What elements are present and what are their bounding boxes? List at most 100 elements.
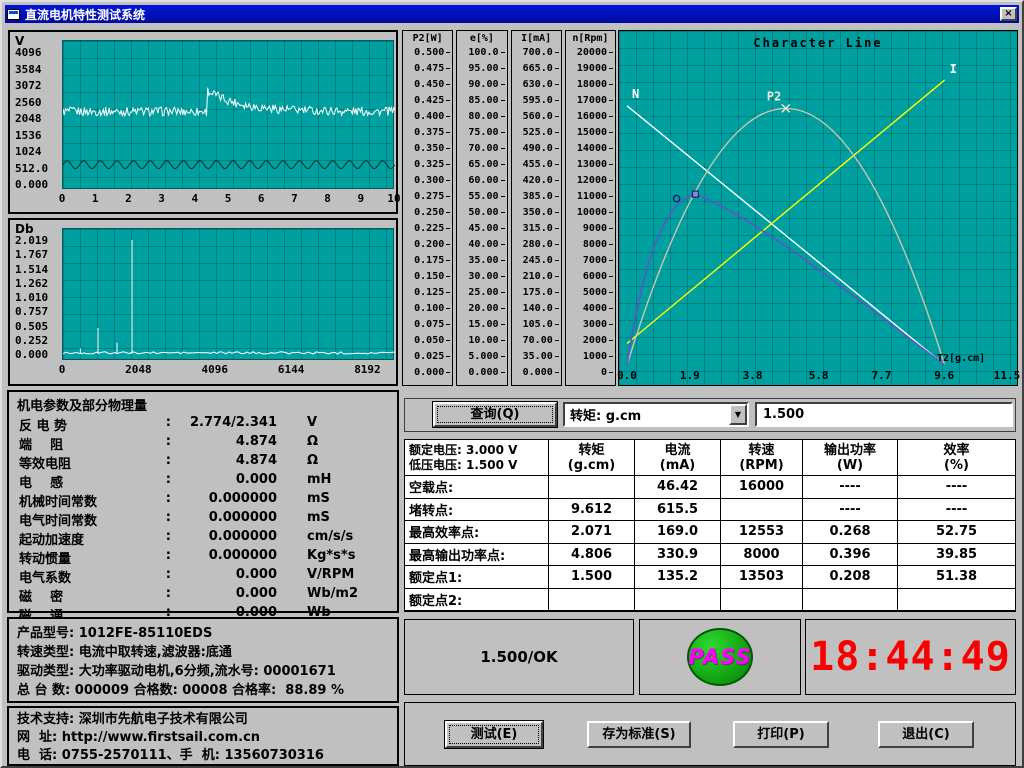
character-chart: Character Line NIP2 0.01.93.85.87.79.611…: [618, 30, 1018, 386]
param-value: 0.000: [171, 586, 277, 605]
tick-mark: [501, 356, 505, 357]
axis-tick: 0.025: [403, 351, 450, 361]
table-column-header: 效率(%): [898, 440, 1015, 476]
scope-xtick-labels: 012345678910: [62, 192, 394, 205]
param-label: 等效电阻:: [19, 453, 171, 472]
spectrum-ytick: 0.505: [15, 320, 60, 330]
param-unit: mS: [307, 491, 330, 510]
axis-tick-value: 0.400: [414, 111, 444, 122]
tick-mark: [501, 212, 505, 213]
tick-mark: [446, 132, 450, 133]
axis-tick-value: 80.00: [468, 111, 498, 122]
spectrum-xtick: 0: [59, 363, 66, 376]
tick-mark: [555, 84, 559, 85]
column-header-line: (mA): [660, 458, 696, 473]
axis-tick-value: 40.00: [468, 239, 498, 250]
axis-tick-value: 0.250: [414, 207, 444, 218]
query-button[interactable]: 查询(Q): [433, 402, 557, 427]
tick-mark: [555, 148, 559, 149]
support-info-row: 电 话: 0755-2570111、手 机: 13560730316: [17, 747, 389, 765]
axis-tick: 85.00: [457, 95, 504, 105]
axis-tick-value: 12000: [577, 175, 607, 186]
axis-tick: 0.075: [403, 319, 450, 329]
tick-mark: [446, 340, 450, 341]
axis-tick: 245.0: [512, 255, 559, 265]
pass-indicator-box: PASS: [639, 619, 801, 695]
table-cell: 1.500: [549, 566, 635, 589]
tick-mark: [446, 276, 450, 277]
torque-unit-combo[interactable]: 转矩: g.cm ▼: [563, 402, 749, 427]
param-unit: cm/s/s: [307, 529, 353, 548]
table-cell: ----: [898, 476, 1015, 499]
scope-xtick: 0: [59, 192, 66, 205]
axis-tick: 0.000: [403, 367, 450, 377]
axis-tick-value: 65.00: [468, 159, 498, 170]
tick-mark: [501, 116, 505, 117]
axis-tick-value: 420.0: [523, 175, 553, 186]
axis-tick-value: 0.175: [414, 255, 444, 266]
column-header-line: 输出功率: [824, 443, 876, 458]
axis-tick: 350.0: [512, 207, 559, 217]
spectrum-ytick: 2.019: [15, 234, 60, 244]
exit-button[interactable]: 退出(C): [878, 721, 974, 748]
spectrum-xtick-labels: Hz 02048409661448192: [62, 363, 394, 376]
scope-ytick: 512.0: [15, 162, 60, 172]
axis-tick: 13000: [566, 159, 613, 169]
axis-column-ticks: 2000019000180001700016000150001400013000…: [566, 46, 615, 385]
axis-column-header: n[Rpm]: [566, 31, 615, 46]
tick-mark: [501, 372, 505, 373]
tick-mark: [501, 180, 505, 181]
tick-mark: [555, 308, 559, 309]
axis-tick: 5.000: [457, 351, 504, 361]
axis-tick-value: 0.500: [414, 47, 444, 58]
axis-tick-value: 2000: [583, 335, 607, 346]
axis-tick-value: 630.0: [523, 79, 553, 90]
axis-tick: 0.000: [457, 367, 504, 377]
rated-torque-input[interactable]: [755, 402, 1013, 427]
axis-tick: 175.0: [512, 287, 559, 297]
axis-column: e[%]100.095.0090.0085.0080.0075.0070.006…: [456, 30, 507, 386]
axis-tick-value: 0.125: [414, 287, 444, 298]
axis-tick: 18000: [566, 79, 613, 89]
axis-tick: 665.0: [512, 63, 559, 73]
close-icon[interactable]: ×: [1000, 7, 1017, 21]
axis-tick-value: 0.325: [414, 159, 444, 170]
table-row-label: 额定点2:: [405, 589, 549, 612]
axis-tick-value: 20.00: [468, 303, 498, 314]
print-button[interactable]: 打印(P): [733, 721, 829, 748]
axis-tick: 30.00: [457, 271, 504, 281]
app-window: 直流电机特性测试系统 × V 4096358430722560204815361…: [0, 0, 1024, 768]
spectrum-xtick: 4096: [201, 363, 228, 376]
tick-mark: [446, 324, 450, 325]
axis-tick-value: 10.00: [468, 335, 498, 346]
chevron-down-icon[interactable]: ▼: [729, 404, 747, 425]
table-cell: ----: [803, 499, 898, 522]
tick-mark: [501, 260, 505, 261]
tick-mark: [555, 372, 559, 373]
scope-xtick: 5: [225, 192, 232, 205]
table-cell: [721, 589, 803, 612]
param-label-text: 等效电阻: [19, 453, 71, 472]
axis-tick: 0.150: [403, 271, 450, 281]
save-standard-button[interactable]: 存为标准(S): [587, 721, 691, 748]
tick-mark: [555, 196, 559, 197]
axis-tick: 0.175: [403, 255, 450, 265]
test-button[interactable]: 测试(E): [445, 721, 543, 748]
axis-tick: 17000: [566, 95, 613, 105]
axis-tick: 19000: [566, 63, 613, 73]
axis-column-ticks: 700.0665.0630.0595.0560.0525.0490.0455.0…: [512, 46, 561, 385]
param-label-text: 电气时间常数: [19, 510, 97, 529]
table-cell: 169.0: [635, 521, 721, 544]
param-label-text: 电 感: [19, 472, 63, 491]
axis-tick-value: 18000: [577, 79, 607, 90]
tick-mark: [501, 52, 505, 53]
table-cell: [635, 589, 721, 612]
axis-column-header: I[mA]: [512, 31, 561, 46]
axis-scale-columns: P2[W]0.5000.4750.4500.4250.4000.3750.350…: [402, 30, 616, 386]
axis-tick: 70.00: [457, 143, 504, 153]
param-label: 电 感:: [19, 472, 171, 491]
svg-text:I: I: [950, 62, 957, 76]
tick-mark: [446, 164, 450, 165]
tick-mark: [609, 356, 613, 357]
param-label-text: 反 电 势: [19, 415, 67, 434]
